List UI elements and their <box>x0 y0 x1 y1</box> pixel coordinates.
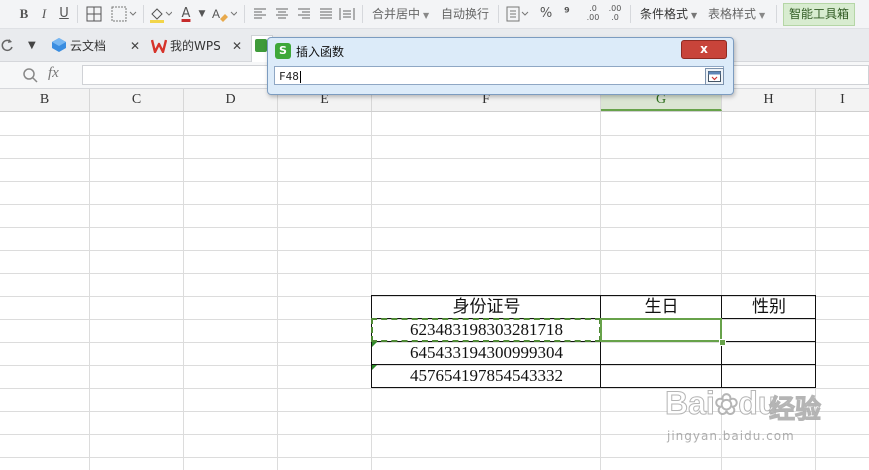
toolbar-divider <box>362 5 363 23</box>
column-header-b[interactable]: B <box>0 89 90 111</box>
column-header-h[interactable]: H <box>722 89 816 111</box>
toolbar-divider <box>143 5 144 23</box>
fx-button[interactable]: fx <box>48 65 59 82</box>
chevron-down-icon: ▼ <box>423 11 430 20</box>
decrease-decimal-button[interactable]: .00 .0 <box>604 4 626 24</box>
conditional-format-button[interactable]: 条件格式 ▼ <box>640 4 697 24</box>
watermark-brand: Bai✿du <box>665 385 778 422</box>
paw-icon: ✿ <box>714 389 739 421</box>
text-cursor <box>299 71 301 83</box>
chevron-down-icon: ▼ <box>691 11 698 20</box>
table-header-birthday[interactable]: 生日 <box>601 296 722 319</box>
tab-cloud-docs[interactable]: 云文档 <box>70 37 106 55</box>
baidu-watermark: Bai✿du 经验 jingyan.baidu.com <box>665 385 825 455</box>
toolbar-divider <box>77 5 78 23</box>
toolbar-divider <box>630 5 631 23</box>
grid-line <box>0 204 869 205</box>
smart-toolbox-button[interactable]: 智能工具箱 <box>783 3 856 26</box>
align-left-icon[interactable] <box>252 4 268 24</box>
column-header-d[interactable]: D <box>184 89 278 111</box>
watermark-url: jingyan.baidu.com <box>667 429 795 443</box>
table-header-gender[interactable]: 性别 <box>722 296 816 319</box>
border-icon[interactable] <box>83 4 105 24</box>
error-indicator-icon <box>372 342 377 347</box>
wps-logo-icon <box>150 38 168 54</box>
table-border <box>815 295 816 388</box>
function-argument-value: F48 <box>279 70 299 83</box>
table-header-id-number[interactable]: 身份证号 <box>372 296 601 319</box>
error-indicator-icon <box>372 365 377 370</box>
close-icon[interactable]: ✕ <box>232 39 242 53</box>
grid-line <box>277 112 278 470</box>
watermark-brand-bai: Bai <box>665 385 716 422</box>
grid-line <box>371 112 372 470</box>
merge-center-label: 合并居中 <box>372 7 421 21</box>
align-right-icon[interactable] <box>296 4 312 24</box>
table-border <box>371 295 816 296</box>
number-format-icon[interactable] <box>505 4 531 24</box>
chevron-down-icon[interactable]: ▼ <box>28 40 36 51</box>
grid-line <box>0 227 869 228</box>
grid-line <box>0 250 869 251</box>
close-button[interactable]: x <box>681 40 727 59</box>
collapse-dialog-button[interactable] <box>705 68 724 85</box>
table-border <box>371 364 816 365</box>
copy-marquee <box>371 318 601 342</box>
table-style-button[interactable]: 表格样式 ▼ <box>708 4 765 24</box>
insert-function-dialog[interactable]: S 插入函数 x F48 <box>267 37 734 95</box>
function-argument-input[interactable]: F48 <box>274 66 724 85</box>
spreadsheet-icon <box>255 39 267 52</box>
toolbar-divider <box>498 5 499 23</box>
gender-cell[interactable] <box>722 342 816 365</box>
wrap-text-button[interactable]: 自动换行 <box>441 4 489 24</box>
comma-button[interactable]: ⁹ <box>560 4 574 24</box>
cell-style-icon[interactable] <box>110 4 140 24</box>
column-header-c[interactable]: C <box>90 89 184 111</box>
eraser-icon[interactable]: A <box>211 4 238 24</box>
underline-button[interactable]: U <box>56 4 72 24</box>
conditional-format-label: 条件格式 <box>640 7 689 21</box>
column-header-i[interactable]: I <box>816 89 869 111</box>
dialog-title: 插入函数 <box>296 45 345 59</box>
grid-line <box>0 158 869 159</box>
grid-line <box>0 135 869 136</box>
italic-button[interactable]: I <box>36 4 52 24</box>
toolbar-divider <box>776 5 777 23</box>
birthday-cell[interactable] <box>601 342 722 365</box>
align-center-icon[interactable] <box>274 4 290 24</box>
fill-handle[interactable] <box>719 339 726 346</box>
svg-text:A: A <box>212 7 220 21</box>
close-icon[interactable]: ✕ <box>130 39 140 53</box>
grid-line <box>0 273 869 274</box>
grid-line <box>0 181 869 182</box>
grid-line <box>183 112 184 470</box>
distribute-icon[interactable] <box>338 4 356 24</box>
fill-color-icon[interactable] <box>147 4 173 24</box>
font-color-button[interactable]: A <box>176 4 196 24</box>
watermark-product: 经验 <box>768 395 822 426</box>
id-number-cell[interactable]: 645433194300999304 <box>372 342 601 365</box>
align-justify-icon[interactable] <box>318 4 334 24</box>
chevron-down-icon: ▼ <box>759 11 766 20</box>
table-style-label: 表格样式 <box>708 7 757 21</box>
grid-line <box>89 112 90 470</box>
tab-my-wps[interactable]: 我的WPS <box>170 37 221 55</box>
refresh-icon[interactable] <box>0 37 16 53</box>
merge-center-button[interactable]: 合并居中 ▼ <box>372 4 429 24</box>
grid-line <box>0 457 869 458</box>
gender-cell[interactable] <box>722 319 816 342</box>
toolbar-divider <box>244 5 245 23</box>
increase-decimal-button[interactable]: .0 .00 <box>582 4 604 24</box>
id-number-cell[interactable]: 457654197854543332 <box>372 365 601 388</box>
wps-sheet-logo-icon: S <box>275 43 291 59</box>
bold-button[interactable]: B <box>16 4 32 24</box>
zoom-icon[interactable] <box>22 67 38 83</box>
active-cell-selection[interactable] <box>600 318 722 342</box>
percent-button[interactable]: % <box>538 4 554 24</box>
ribbon-toolbar: B I U A ▼ A 合并居中 ▼ 自动换行 % ⁹ .0 .00 .00 .0… <box>0 0 869 29</box>
grid-line <box>600 112 601 470</box>
chevron-down-icon[interactable]: ▼ <box>197 4 207 24</box>
cloud-doc-icon <box>51 37 67 53</box>
